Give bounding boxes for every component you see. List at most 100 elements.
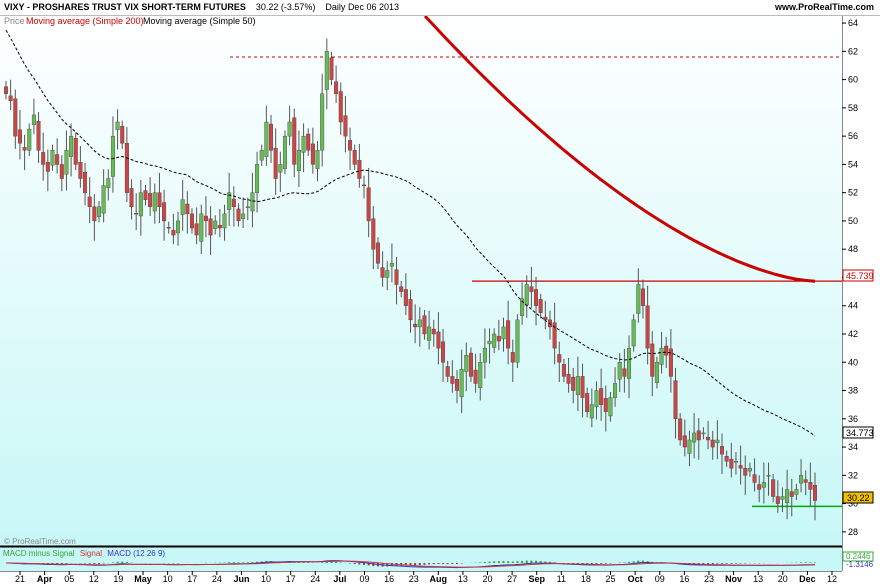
candle-body <box>17 129 22 144</box>
watermark: © ProRealTime.com <box>4 537 76 546</box>
x-tick-label: 16 <box>384 574 394 584</box>
candle-body <box>506 320 511 349</box>
candle-body <box>636 284 641 314</box>
candle-body <box>571 376 576 391</box>
y-tick-label: 34 <box>848 442 858 452</box>
candle-body <box>96 206 101 217</box>
candle-body <box>775 496 780 504</box>
candle-body <box>189 213 194 229</box>
last-price: 30.22 (-3.57%) <box>255 2 316 12</box>
y-tick-label: 52 <box>848 188 858 198</box>
x-tick-label: 16 <box>679 574 689 584</box>
candle-body <box>375 242 380 264</box>
candle-body <box>534 289 539 306</box>
price-chart[interactable]: 64626058565452504846444240383634323028 2… <box>0 16 880 587</box>
candle-body <box>468 352 473 377</box>
symbol-title: VIXY - PROSHARES TRUST VIX SHORT-TERM FU… <box>4 2 246 12</box>
candle-body <box>794 489 799 495</box>
candle-body <box>217 224 222 229</box>
candle-body <box>738 465 743 469</box>
candle-body <box>106 178 111 188</box>
candle-body <box>199 213 204 242</box>
candle-body <box>743 468 748 476</box>
x-tick-label: 23 <box>704 574 714 584</box>
candle-body <box>129 188 134 207</box>
label-resistance: 45.739 <box>846 271 874 281</box>
candle-body <box>557 354 562 363</box>
candle-body <box>143 190 148 200</box>
legend-ma200: Moving average (Simple 200) <box>26 16 144 26</box>
candle-body <box>580 376 585 398</box>
candle-body <box>664 345 669 356</box>
x-tick-label: 19 <box>113 574 123 584</box>
candle-body <box>292 117 297 165</box>
x-tick-label: 17 <box>286 574 296 584</box>
candle-body <box>8 95 13 101</box>
candle-body <box>194 223 199 236</box>
candle-body <box>245 206 250 209</box>
candle-body <box>510 352 515 363</box>
candle-body <box>561 364 566 377</box>
candle-body <box>496 335 501 342</box>
candle-body <box>459 369 464 398</box>
candle-body <box>389 263 394 267</box>
y-tick-label: 48 <box>848 244 858 254</box>
candle-body <box>640 288 645 306</box>
candle-body <box>69 135 74 157</box>
x-tick-label: 13 <box>458 574 468 584</box>
candle-body <box>589 404 594 419</box>
candle-body <box>473 369 478 384</box>
candle-body <box>603 398 608 412</box>
candle-body <box>747 468 752 472</box>
candle-body <box>357 159 362 179</box>
candle-body <box>599 388 604 405</box>
candle-body <box>320 93 325 151</box>
candle-body <box>59 164 64 179</box>
x-tick-label: 13 <box>753 574 763 584</box>
candle-body <box>78 162 83 179</box>
candle-body <box>269 123 274 151</box>
candle-body <box>45 162 50 172</box>
candle-body <box>343 115 348 137</box>
candle-body <box>692 432 697 443</box>
candle-body <box>608 397 613 417</box>
candle-body <box>785 489 790 504</box>
candle-body <box>287 121 292 137</box>
candle-body <box>654 362 659 383</box>
candle-body <box>176 220 181 234</box>
candle-body <box>36 121 41 151</box>
y-tick-label: 32 <box>848 470 858 480</box>
candle-body <box>771 479 776 497</box>
candle-body <box>487 340 492 345</box>
candle-body <box>310 143 315 165</box>
x-tick-label: Oct <box>628 574 643 584</box>
site-name[interactable]: www.ProRealTime.com <box>775 0 874 15</box>
candle-body <box>166 227 171 229</box>
x-axis: 21 Apr 05 12 19 May 10 17 24 Jun 10 17 24 Jul 09 16 23 Au… <box>15 571 837 584</box>
macd-legend-hist: MACD minus Signal <box>3 549 75 558</box>
macd-value-2: -1.3146 <box>846 560 874 569</box>
x-tick-label: 09 <box>359 574 369 584</box>
candle-body <box>259 150 264 161</box>
candle-body <box>650 343 655 377</box>
candle-body <box>171 229 176 236</box>
y-tick-label: 60 <box>848 75 858 85</box>
candle-body <box>324 51 329 90</box>
candle-body <box>22 147 27 151</box>
candle-body <box>706 436 711 441</box>
candle-body <box>733 461 738 463</box>
candle-body <box>803 479 808 483</box>
candle-body <box>250 192 255 212</box>
x-tick-label: 20 <box>778 574 788 584</box>
legend-price: Price <box>4 16 25 26</box>
candle-body <box>417 319 422 328</box>
x-tick-label: 05 <box>64 574 74 584</box>
x-tick-label: Dec <box>799 574 816 584</box>
x-tick-label: Sep <box>528 574 545 584</box>
candle-body <box>594 390 599 407</box>
candle-body <box>394 269 399 285</box>
candle-body <box>710 439 715 448</box>
candle-body <box>50 150 55 166</box>
candle-body <box>789 491 794 497</box>
candle-body <box>124 142 129 193</box>
